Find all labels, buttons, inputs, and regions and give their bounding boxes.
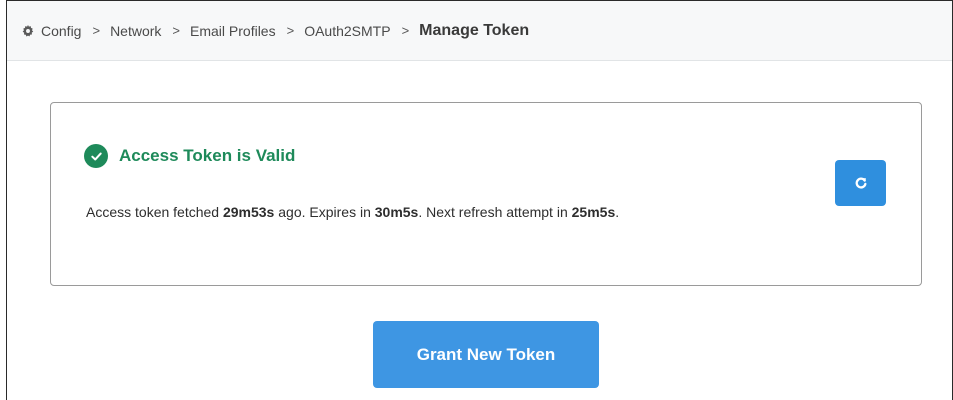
page-frame: Config > Network > Email Profiles > OAut… — [6, 0, 953, 400]
breadcrumb-separator: > — [172, 23, 181, 38]
expires-in: 30m5s — [374, 204, 419, 220]
breadcrumb: Config > Network > Email Profiles > OAut… — [7, 1, 952, 61]
check-circle-icon — [84, 144, 108, 168]
breadcrumb-item-oauth2smtp[interactable]: OAuth2SMTP — [304, 23, 390, 39]
breadcrumb-separator: > — [92, 23, 101, 38]
details-text: ago. Expires in — [274, 204, 375, 220]
details-text: . Next refresh attempt in — [418, 204, 572, 220]
refresh-button[interactable] — [835, 160, 886, 206]
breadcrumb-current: Manage Token — [419, 21, 530, 39]
token-details: Access token fetched 29m53s ago. Expires… — [86, 204, 619, 220]
breadcrumb-separator: > — [401, 23, 410, 38]
refresh-icon — [855, 177, 867, 189]
breadcrumb-separator: > — [286, 23, 295, 38]
breadcrumb-label[interactable]: Config — [41, 23, 81, 39]
grant-new-token-button[interactable]: Grant New Token — [373, 321, 599, 388]
details-text: . — [615, 204, 620, 220]
token-status-title: Access Token is Valid — [119, 146, 296, 165]
breadcrumb-item-email-profiles[interactable]: Email Profiles — [190, 23, 276, 39]
token-status-card: Access Token is Valid Access token fetch… — [50, 102, 922, 286]
details-text: Access token fetched — [86, 204, 223, 220]
gear-icon — [22, 24, 34, 36]
breadcrumb-item-config[interactable]: Config — [22, 23, 81, 39]
token-status: Access Token is Valid — [84, 144, 295, 168]
next-refresh: 25m5s — [571, 204, 616, 220]
breadcrumb-item-network[interactable]: Network — [110, 23, 161, 39]
fetched-age: 29m53s — [222, 204, 275, 220]
